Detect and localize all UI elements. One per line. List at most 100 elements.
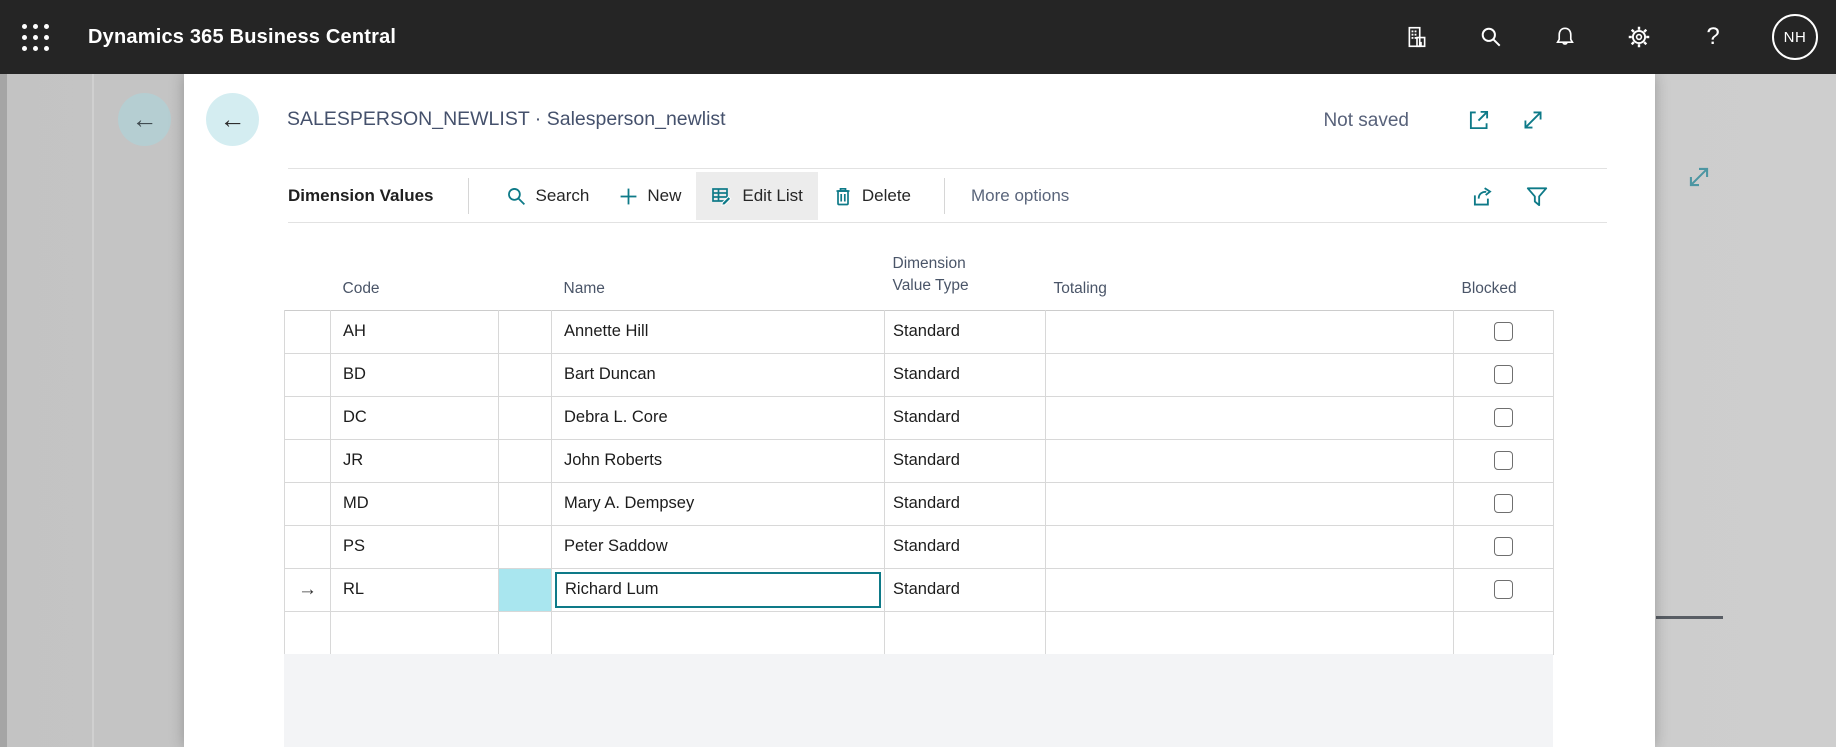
blocked-checkbox[interactable] — [1494, 408, 1513, 428]
name-edit-input[interactable]: Richard Lum — [555, 571, 881, 608]
dimension-value-type-cell[interactable]: Standard — [884, 309, 1046, 354]
row-selector-cell[interactable]: → — [284, 567, 331, 612]
code-cell[interactable]: BD — [330, 352, 499, 397]
save-status: Not saved — [1323, 110, 1409, 131]
totaling-cell[interactable] — [1045, 438, 1454, 483]
table-row: → AH Annette Hill Standard — [284, 309, 1554, 354]
blocked-cell — [1453, 438, 1554, 483]
row-selector-cell[interactable]: → — [284, 524, 331, 569]
code-cell[interactable]: PS — [330, 524, 499, 569]
table-row: → JR John Roberts Standard — [284, 438, 1554, 483]
gap-column-header — [499, 234, 552, 310]
dimmed-divider-line — [1656, 616, 1723, 619]
blocked-checkbox[interactable] — [1494, 365, 1513, 385]
name-text: John Roberts — [564, 451, 663, 469]
row-selector-cell[interactable]: → — [284, 309, 331, 354]
edit-list-icon — [712, 188, 732, 206]
blocked-checkbox[interactable] — [1494, 537, 1513, 557]
back-button[interactable] — [206, 93, 259, 146]
topbar-actions: ? NH — [1402, 14, 1836, 60]
name-cell[interactable] — [551, 610, 885, 655]
name-cell[interactable]: Debra L. Core — [551, 395, 885, 440]
name-text: Mary A. Dempsey — [564, 494, 695, 512]
indent-cell — [498, 567, 552, 612]
name-cell[interactable]: Mary A. Dempsey — [551, 481, 885, 526]
share-icon[interactable] — [1470, 184, 1496, 210]
blocked-checkbox[interactable] — [1494, 494, 1513, 514]
plus-icon — [620, 188, 637, 204]
dimension-value-type-cell[interactable]: Standard — [884, 438, 1046, 483]
blocked-cell — [1453, 567, 1554, 612]
table-row: → BD Bart Duncan Standard — [284, 352, 1554, 397]
dimension-value-type-cell[interactable] — [884, 610, 1046, 655]
resize-dialog-icon[interactable] — [1520, 107, 1546, 133]
grid-header-row: Code Name Dimension Value Type Totaling … — [285, 234, 1554, 310]
help-icon[interactable]: ? — [1698, 22, 1728, 52]
dimension-value-type-column-header[interactable]: Dimension Value Type — [885, 234, 1046, 310]
blocked-checkbox[interactable] — [1494, 451, 1513, 471]
table-row: → RL Richard Lum Standard — [284, 567, 1554, 612]
code-cell[interactable]: DC — [330, 395, 499, 440]
row-selector-cell[interactable]: → — [284, 610, 331, 655]
blocked-checkbox[interactable] — [1494, 322, 1513, 342]
totaling-column-header[interactable]: Totaling — [1046, 234, 1454, 310]
app-launcher-button[interactable] — [0, 0, 70, 74]
dimension-value-type-cell[interactable]: Standard — [884, 481, 1046, 526]
code-cell[interactable]: RL — [330, 567, 499, 612]
open-in-new-window-icon[interactable] — [1466, 107, 1492, 133]
row-selector-cell[interactable]: → — [284, 395, 331, 440]
dimmed-expand-icon — [1684, 162, 1714, 197]
totaling-cell[interactable] — [1045, 524, 1454, 569]
row-selector-cell[interactable]: → — [284, 352, 331, 397]
delete-label: Delete — [861, 186, 912, 205]
totaling-cell[interactable] — [1045, 352, 1454, 397]
code-cell[interactable]: MD — [330, 481, 499, 526]
name-cell[interactable]: Bart Duncan — [551, 352, 885, 397]
search-icon[interactable] — [1476, 22, 1506, 52]
row-selector-cell[interactable]: → — [284, 481, 331, 526]
code-cell[interactable]: JR — [330, 438, 499, 483]
name-cell[interactable]: Annette Hill — [551, 309, 885, 354]
code-cell[interactable] — [330, 610, 499, 655]
code-cell[interactable]: AH — [330, 309, 499, 354]
search-button[interactable]: Search — [491, 172, 605, 220]
dimension-value-type-cell[interactable]: Standard — [884, 352, 1046, 397]
new-label: New — [647, 186, 682, 205]
totaling-cell[interactable] — [1045, 395, 1454, 440]
indent-cell — [498, 610, 552, 655]
edit-list-button[interactable]: Edit List — [696, 172, 818, 220]
notifications-bell-icon[interactable] — [1550, 22, 1580, 52]
totaling-cell[interactable] — [1045, 309, 1454, 354]
dimension-values-grid: Code Name Dimension Value Type Totaling … — [284, 234, 1554, 655]
dimension-value-type-cell[interactable]: Standard — [884, 567, 1046, 612]
action-bar: Dimension Values Search New Edit List De… — [288, 170, 1607, 222]
name-cell[interactable]: Peter Saddow — [551, 524, 885, 569]
dimension-value-type-cell[interactable]: Standard — [884, 524, 1046, 569]
filter-icon[interactable] — [1524, 184, 1550, 210]
active-row-arrow-icon: → — [298, 578, 317, 600]
totaling-cell[interactable] — [1045, 481, 1454, 526]
user-avatar[interactable]: NH — [1772, 14, 1818, 60]
indent-cell — [498, 481, 552, 526]
delete-button[interactable]: Delete — [818, 172, 926, 220]
name-cell[interactable]: Richard Lum — [551, 567, 885, 612]
dimension-value-type-cell[interactable]: Standard — [884, 395, 1046, 440]
blocked-column-header[interactable]: Blocked — [1454, 234, 1554, 310]
code-column-header[interactable]: Code — [331, 234, 499, 310]
row-selector-cell[interactable]: → — [284, 438, 331, 483]
blocked-cell — [1453, 610, 1554, 655]
name-column-header[interactable]: Name — [552, 234, 885, 310]
blocked-cell — [1453, 481, 1554, 526]
totaling-cell[interactable] — [1045, 610, 1454, 655]
name-cell[interactable]: John Roberts — [551, 438, 885, 483]
blocked-checkbox[interactable] — [1494, 580, 1513, 600]
more-options-button[interactable]: More options — [955, 172, 1085, 220]
actionbar-divider — [288, 222, 1607, 223]
settings-gear-icon[interactable] — [1624, 22, 1654, 52]
search-icon — [507, 187, 525, 205]
name-text: Annette Hill — [564, 322, 649, 340]
totaling-cell[interactable] — [1045, 567, 1454, 612]
environment-icon[interactable] — [1402, 22, 1432, 52]
new-button[interactable]: New — [604, 172, 696, 220]
name-text: Peter Saddow — [564, 537, 668, 555]
